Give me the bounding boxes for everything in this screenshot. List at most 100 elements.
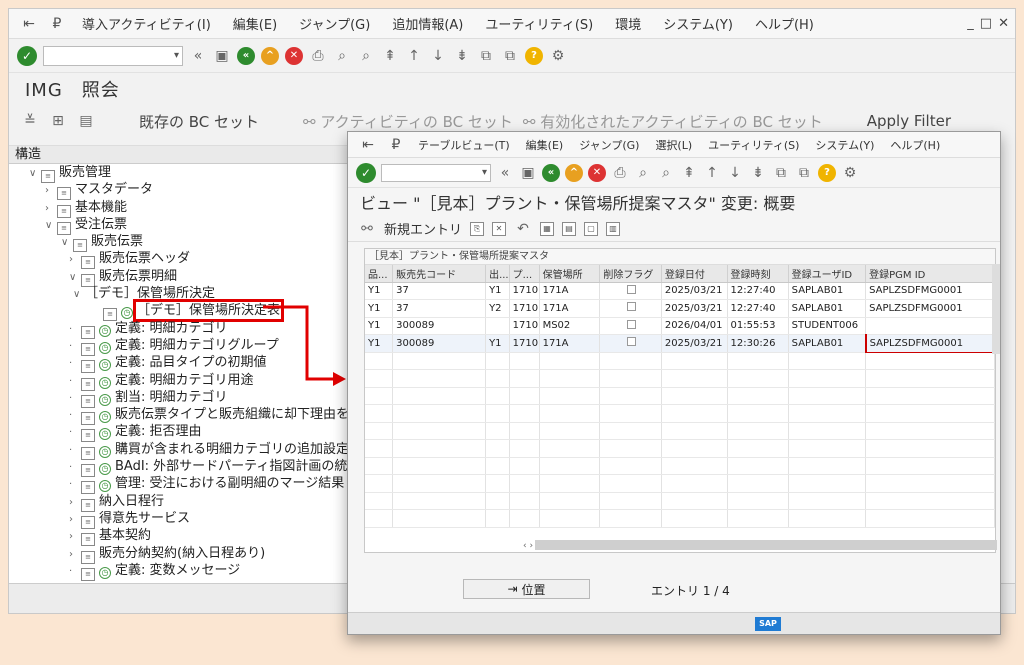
next-page-icon[interactable]: ↓ xyxy=(726,164,744,182)
empty-cell[interactable] xyxy=(865,439,995,458)
delete-flag-checkbox-cell[interactable] xyxy=(599,299,662,318)
empty-cell[interactable] xyxy=(661,352,728,370)
table-cell[interactable]: 1710 xyxy=(509,334,540,353)
exit-icon[interactable]: ⇤ xyxy=(354,137,382,153)
empty-cell[interactable] xyxy=(788,439,867,458)
table-row[interactable] xyxy=(365,387,995,405)
docu-icon[interactable]: ▤ xyxy=(77,112,95,130)
tree-node-label[interactable]: 基本機能 xyxy=(75,200,127,215)
deselect-all-icon[interactable]: ▢ xyxy=(584,221,599,236)
tree-node[interactable]: › ≡ 販売分納契約(納入日程あり) xyxy=(9,545,354,564)
expand-toggle-icon[interactable]: · xyxy=(69,563,81,580)
existing-bc-button[interactable]: 既存の BC セット xyxy=(139,111,259,132)
table-cell[interactable]: Y1 xyxy=(485,334,510,353)
table-cell[interactable]: SAPLAB01 xyxy=(788,299,867,318)
tree-node-label[interactable]: 定義: 変数メッセージ xyxy=(115,563,240,578)
empty-cell[interactable] xyxy=(392,439,487,458)
expand-toggle-icon[interactable]: ∨ xyxy=(29,165,41,182)
tree-node-label[interactable]: マスタデータ xyxy=(75,182,153,197)
expand-toggle-icon[interactable]: · xyxy=(69,338,81,355)
table-cell[interactable]: 2026/04/01 xyxy=(661,317,728,335)
tree-node-label[interactable]: 得意先サービス xyxy=(99,511,190,526)
table-cell[interactable]: 37 xyxy=(392,282,487,300)
tree-node-label[interactable]: 販売伝票 xyxy=(91,234,143,249)
expand-toggle-icon[interactable]: · xyxy=(69,442,81,459)
expand-toggle-icon[interactable]: · xyxy=(69,459,81,476)
empty-cell[interactable] xyxy=(661,439,728,458)
tree-node-label[interactable]: 販売伝票タイプと販売組織に却下理由を xyxy=(115,407,349,422)
table-row[interactable] xyxy=(365,474,995,493)
empty-cell[interactable] xyxy=(599,457,662,475)
execute-clock-icon[interactable]: ◷ xyxy=(99,463,111,476)
empty-cell[interactable] xyxy=(392,474,487,493)
col-header-customer[interactable]: 販売先コード xyxy=(392,265,487,283)
expand-toggle-icon[interactable]: ∨ xyxy=(61,234,73,251)
empty-cell[interactable] xyxy=(539,422,601,440)
exit-up-icon[interactable]: ^ xyxy=(261,46,279,65)
tree-node-label[interactable]: 定義: 明細カテゴリグループ xyxy=(115,338,279,353)
empty-cell[interactable] xyxy=(365,369,394,388)
empty-cell[interactable] xyxy=(509,422,540,440)
expand-toggle-icon[interactable]: · xyxy=(69,476,81,493)
empty-cell[interactable] xyxy=(392,422,487,440)
empty-cell[interactable] xyxy=(509,369,540,388)
empty-cell[interactable] xyxy=(788,474,867,493)
table-cell[interactable]: 2025/03/21 xyxy=(661,282,728,300)
execute-clock-icon[interactable]: ◷ xyxy=(99,480,111,493)
table-row[interactable] xyxy=(365,352,995,370)
structure-icon[interactable]: ⊞ xyxy=(49,112,67,130)
empty-cell[interactable] xyxy=(727,474,789,493)
scroll-arrows-icon[interactable]: ‹ › xyxy=(523,541,533,551)
double-back-icon[interactable]: « xyxy=(496,164,514,182)
command-field[interactable]: ▾ xyxy=(381,163,491,182)
prev-page-icon[interactable]: ↑ xyxy=(405,47,423,65)
empty-cell[interactable] xyxy=(365,439,394,458)
new-session-icon[interactable]: ⧉ xyxy=(477,47,495,65)
expand-toggle-icon[interactable]: › xyxy=(69,528,81,545)
find-icon[interactable]: ⌕ xyxy=(333,47,351,65)
table-row[interactable] xyxy=(365,457,995,475)
new-entries-button[interactable]: 新規エントリ xyxy=(384,219,462,238)
prev-page-icon[interactable]: ↑ xyxy=(703,164,721,182)
tree-node-label[interactable]: 割当: 明細カテゴリ xyxy=(115,390,228,405)
tree-node-label[interactable]: 定義: 明細カテゴリ xyxy=(115,321,228,336)
empty-cell[interactable] xyxy=(485,439,510,458)
table-cell[interactable]: Y1 xyxy=(365,334,394,353)
first-page-icon[interactable]: ⇞ xyxy=(680,164,698,182)
collapse-icon[interactable]: ≚ xyxy=(21,112,39,130)
empty-cell[interactable] xyxy=(539,387,601,405)
empty-cell[interactable] xyxy=(365,492,394,510)
menu-edit[interactable]: 編集(E) xyxy=(222,14,288,33)
empty-cell[interactable] xyxy=(599,387,662,405)
menu-help[interactable]: ヘルプ(H) xyxy=(882,137,948,153)
expand-toggle-icon[interactable]: › xyxy=(45,182,57,199)
expand-toggle-icon[interactable]: · xyxy=(69,424,81,441)
table-row[interactable]: Y1 300089 Y1 1710 171A 2025/03/21 12:30:26 SAPL… xyxy=(365,334,995,353)
table-cell[interactable]: 300089 xyxy=(392,334,487,353)
menu-utilities[interactable]: ユーティリティ(S) xyxy=(700,137,807,153)
col-header-time[interactable]: 登録時刻 xyxy=(727,265,789,283)
menu-system[interactable]: システム(Y) xyxy=(652,14,744,33)
display-change-icon[interactable]: ⚯ xyxy=(358,220,376,238)
menu-system[interactable]: システム(Y) xyxy=(807,137,882,153)
back-icon[interactable]: « xyxy=(542,163,560,182)
maximize-icon[interactable]: □ xyxy=(980,16,992,31)
expand-toggle-icon[interactable]: › xyxy=(69,251,81,268)
close-icon[interactable]: ✕ xyxy=(998,16,1009,31)
delete-flag-checkbox[interactable] xyxy=(627,284,637,294)
execute-clock-icon[interactable]: ◷ xyxy=(121,307,133,320)
tree-node[interactable]: · ≡ ◷ 定義: 品目タイプの初期値 xyxy=(9,354,354,374)
position-button[interactable]: ⇥ 位置 xyxy=(463,579,590,599)
table-cell[interactable]: 01:55:53 xyxy=(727,317,789,335)
tree-node-label[interactable]: BAdI: 外部サードパーティ指図計画の統 xyxy=(115,459,347,474)
table-cell[interactable]: 171A xyxy=(539,282,601,300)
table-cell[interactable]: 12:27:40 xyxy=(727,299,789,318)
empty-cell[interactable] xyxy=(788,457,867,475)
empty-cell[interactable] xyxy=(599,492,662,510)
empty-cell[interactable] xyxy=(661,369,728,388)
col-header-date[interactable]: 登録日付 xyxy=(661,265,728,283)
empty-cell[interactable] xyxy=(485,387,510,405)
empty-cell[interactable] xyxy=(599,439,662,458)
empty-cell[interactable] xyxy=(539,439,601,458)
tree-node[interactable]: › ≡ マスタデータ xyxy=(9,181,354,201)
